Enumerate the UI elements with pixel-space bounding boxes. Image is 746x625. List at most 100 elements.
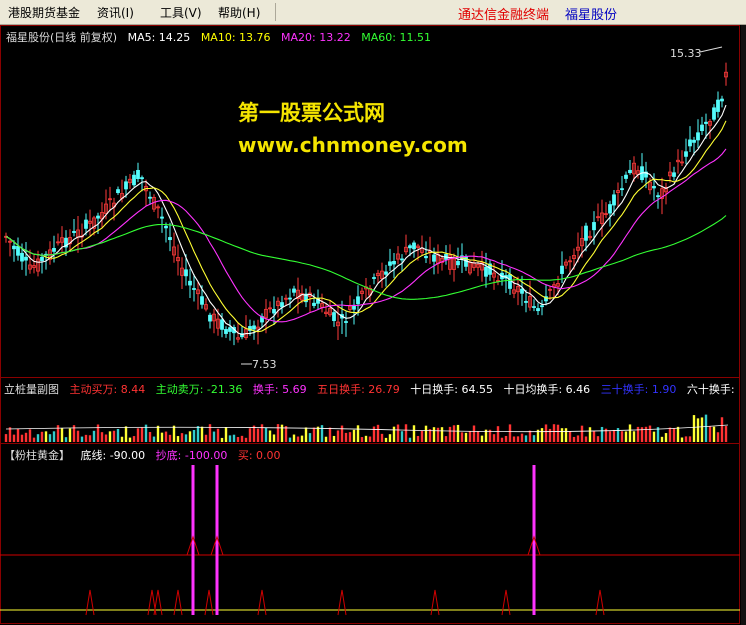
menu-news[interactable]: 资讯(I) bbox=[97, 4, 134, 21]
volume-bar bbox=[504, 435, 508, 442]
volume-bar bbox=[696, 418, 700, 442]
candle-body bbox=[624, 174, 628, 179]
candle-body bbox=[716, 99, 720, 112]
volume-bar bbox=[260, 424, 264, 442]
volume-bar bbox=[28, 429, 32, 442]
volume-bar bbox=[312, 427, 316, 442]
volume-panel-divider bbox=[0, 377, 740, 378]
volume-bar bbox=[612, 429, 616, 442]
active-sell-label: 主动卖万: -21.36 bbox=[155, 383, 243, 396]
volume-bar bbox=[252, 425, 256, 442]
volume-bar bbox=[364, 435, 368, 442]
volume-bar bbox=[400, 431, 404, 442]
volume-bar bbox=[524, 435, 528, 442]
volume-bar bbox=[48, 434, 52, 442]
volume-bar bbox=[40, 431, 44, 442]
volume-bar bbox=[644, 426, 648, 442]
volume-bar bbox=[216, 428, 220, 442]
volume-bar bbox=[140, 427, 144, 442]
volume-bar bbox=[108, 431, 112, 442]
candle-body bbox=[408, 245, 412, 249]
turnover-10d-avg-label: 十日均换手: 6.46 bbox=[503, 383, 591, 396]
volume-bar bbox=[720, 417, 724, 442]
candle-body bbox=[484, 266, 488, 277]
volume-bar bbox=[568, 431, 572, 442]
signal-legend: 【粉柱黄金】 底线: -90.00 抄底: -100.00 买: 0.00 bbox=[4, 447, 288, 463]
low-price-label: 7.53 bbox=[252, 358, 277, 371]
volume-bar bbox=[428, 429, 432, 442]
volume-bar bbox=[380, 433, 384, 442]
candle-body bbox=[432, 254, 436, 262]
chart-area[interactable]: 福星股份(日线 前复权) MA5: 14.25 MA10: 13.76 MA20… bbox=[0, 25, 746, 625]
volume-bar bbox=[232, 434, 236, 442]
candle-body bbox=[592, 222, 596, 231]
volume-bar bbox=[4, 434, 8, 442]
volume-bar bbox=[448, 426, 452, 442]
volume-bar bbox=[408, 437, 412, 442]
candle-body bbox=[160, 216, 164, 219]
volume-bar bbox=[208, 424, 212, 442]
candle-body bbox=[684, 151, 688, 157]
volume-bar bbox=[540, 428, 544, 442]
volume-bar bbox=[324, 436, 328, 442]
volume-bar bbox=[444, 436, 448, 442]
candle-body bbox=[412, 242, 416, 250]
candle-body bbox=[524, 301, 528, 303]
volume-bar bbox=[416, 435, 420, 442]
candle-body bbox=[20, 252, 24, 262]
volume-bar bbox=[152, 436, 156, 442]
candle-body bbox=[188, 280, 192, 286]
candle-body bbox=[508, 274, 512, 289]
candle-body bbox=[692, 139, 696, 143]
menu-help[interactable]: 帮助(H) bbox=[218, 4, 260, 21]
volume-bar bbox=[492, 434, 496, 442]
menu-tools[interactable]: 工具(V) bbox=[160, 4, 202, 21]
candle-body bbox=[532, 306, 536, 308]
volume-bar bbox=[624, 431, 628, 442]
volume-bar bbox=[396, 424, 400, 442]
watermark-url: www.chnmoney.com bbox=[238, 133, 468, 157]
candle-body bbox=[52, 248, 56, 252]
volume-bar bbox=[528, 430, 532, 442]
menu-hk-futures-funds[interactable]: 港股期货基金 bbox=[8, 4, 80, 21]
menu-separator bbox=[275, 3, 276, 21]
right-scrollbar[interactable] bbox=[741, 25, 746, 625]
candle-body bbox=[224, 329, 228, 334]
brand-stock-name: 福星股份 bbox=[565, 8, 618, 23]
volume-bar bbox=[628, 424, 632, 442]
volume-bar bbox=[560, 428, 564, 442]
volume-bar bbox=[164, 431, 168, 442]
ma10-label: MA10: 13.76 bbox=[200, 31, 271, 44]
volume-bar bbox=[516, 436, 520, 442]
volume-bar bbox=[712, 426, 716, 442]
candle-body bbox=[696, 132, 700, 141]
brand-terminal-name: 通达信金融终端 bbox=[458, 8, 550, 23]
candle-body bbox=[560, 265, 564, 274]
volume-bar bbox=[716, 432, 720, 442]
volume-bar bbox=[16, 428, 20, 442]
volume-bar bbox=[588, 427, 592, 442]
active-buy-label: 主动买万: 8.44 bbox=[69, 383, 146, 396]
volume-bar bbox=[464, 432, 468, 442]
turnover-30d-label: 三十换手: 1.90 bbox=[600, 383, 677, 396]
volume-bar bbox=[564, 428, 568, 442]
volume-bar bbox=[180, 433, 184, 442]
ma5-label: MA5: 14.25 bbox=[127, 31, 191, 44]
candle-body bbox=[96, 215, 100, 219]
volume-bar bbox=[376, 424, 380, 442]
volume-bar bbox=[244, 437, 248, 442]
volume-bar bbox=[12, 434, 16, 442]
volume-bar bbox=[496, 426, 500, 442]
candle-body bbox=[280, 302, 284, 308]
volume-bar bbox=[668, 427, 672, 442]
candle-body bbox=[620, 188, 624, 191]
volume-bar bbox=[480, 435, 484, 442]
volume-bar bbox=[424, 425, 428, 442]
volume-bar bbox=[236, 437, 240, 442]
candle-body bbox=[124, 181, 128, 190]
volume-bar bbox=[392, 426, 396, 442]
volume-bar bbox=[248, 428, 252, 442]
volume-bar bbox=[200, 426, 204, 442]
volume-bar bbox=[320, 425, 324, 442]
volume-bar bbox=[552, 424, 556, 442]
